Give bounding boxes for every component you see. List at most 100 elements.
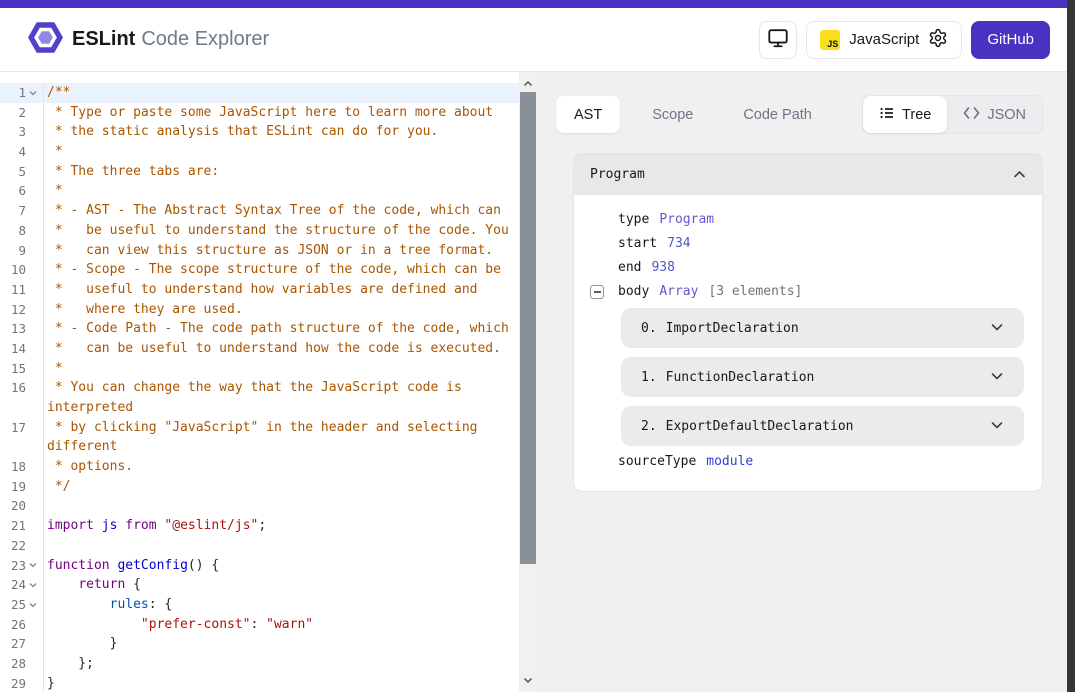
javascript-icon: JS [820,30,840,50]
gutter-divider [40,359,44,379]
code-text: return { [47,575,519,595]
line-number: 11 [0,280,26,300]
code-line[interactable]: 27 } [0,634,519,654]
line-number: 28 [0,654,26,674]
chevron-up-icon [1013,166,1026,184]
tab-ast[interactable]: AST [556,96,620,133]
code-brackets-icon [963,106,980,124]
ast-node-header[interactable]: Program [574,154,1042,195]
line-number [0,437,26,457]
gutter-divider [40,674,44,692]
code-line[interactable]: 5 * The three tabs are: [0,162,519,182]
code-text: interpreted [47,398,519,418]
code-editor[interactable]: 1/**2 * Type or paste some JavaScript he… [0,72,519,692]
tab-code-path[interactable]: Code Path [725,96,830,133]
code-line[interactable]: 12 * where they are used. [0,300,519,320]
fold-toggle-icon[interactable] [26,575,40,595]
fold-toggle-icon[interactable] [26,595,40,615]
code-line[interactable]: 10 * - Scope - The scope structure of th… [0,260,519,280]
code-line[interactable]: 25 rules: { [0,595,519,615]
language-select-button[interactable]: JS JavaScript [806,21,962,59]
code-text: }; [47,654,519,674]
fold-spacer [26,221,40,241]
code-line[interactable]: 23function getConfig() { [0,556,519,576]
collapse-minus-icon[interactable] [590,285,604,299]
ast-prop-row: typeProgram [618,208,1024,232]
prop-value: 734 [667,232,690,256]
line-number: 29 [0,674,26,692]
line-number: 22 [0,536,26,556]
code-line[interactable]: 20 [0,496,519,516]
code-text [47,496,519,516]
gutter-divider [40,654,44,674]
code-line[interactable]: 14 * can be useful to understand how the… [0,339,519,359]
code-text: * can be useful to understand how the co… [47,339,519,359]
code-line[interactable]: 1/** [0,83,519,103]
code-line[interactable]: interpreted [0,398,519,418]
ast-child-node[interactable]: 1.FunctionDeclaration [621,357,1024,397]
gutter-divider [40,280,44,300]
code-line[interactable]: 13 * - Code Path - The code path structu… [0,319,519,339]
code-line[interactable]: different [0,437,519,457]
code-line[interactable]: 21import js from "@eslint/js"; [0,516,519,536]
fold-toggle-icon[interactable] [26,556,40,576]
gutter-divider [40,221,44,241]
code-line[interactable]: 29} [0,674,519,692]
editor-scrollbar[interactable] [519,72,537,692]
gutter-divider [40,260,44,280]
code-line[interactable]: 16 * You can change the way that the Jav… [0,378,519,398]
tree-view-button[interactable]: Tree [863,96,947,133]
brand[interactable]: ESLint Code Explorer [28,22,269,58]
code-line[interactable]: 3 * the static analysis that ESLint can … [0,122,519,142]
brand-color-bar [0,0,1075,8]
prop-label: sourceType [618,450,696,474]
fold-toggle-icon[interactable] [26,83,40,103]
chevron-down-icon [990,419,1004,434]
code-line[interactable]: 17 * by clicking "JavaScript" in the hea… [0,418,519,438]
gutter-divider [40,496,44,516]
code-line[interactable]: 11 * useful to understand how variables … [0,280,519,300]
line-number: 20 [0,496,26,516]
code-line[interactable]: 22 [0,536,519,556]
gutter-divider [40,201,44,221]
scroll-up-icon[interactable] [519,76,537,92]
json-view-button[interactable]: JSON [947,96,1042,133]
window-edge-strip [1067,0,1075,692]
fold-spacer [26,634,40,654]
line-number: 12 [0,300,26,320]
code-line[interactable]: 6 * [0,181,519,201]
gutter-divider [40,575,44,595]
code-line[interactable]: 9 * can view this structure as JSON or i… [0,241,519,261]
ast-child-node[interactable]: 0.ImportDeclaration [621,308,1024,348]
code-line[interactable]: 15 * [0,359,519,379]
code-text: different [47,437,519,457]
code-line[interactable]: 2 * Type or paste some JavaScript here t… [0,103,519,123]
code-line[interactable]: 26 "prefer-const": "warn" [0,615,519,635]
ast-node-card: Program typeProgramstart734end938bodyArr… [573,153,1043,492]
line-number: 3 [0,122,26,142]
child-node-type: ExportDefaultDeclaration [666,419,854,434]
code-line[interactable]: 24 return { [0,575,519,595]
tab-scope[interactable]: Scope [634,96,711,133]
line-number: 1 [0,83,26,103]
code-line[interactable]: 4 * [0,142,519,162]
code-line[interactable]: 28 }; [0,654,519,674]
fold-spacer [26,496,40,516]
brand-subtitle: Code Explorer [141,28,269,51]
code-text: * [47,142,519,162]
theme-toggle-button[interactable] [759,21,797,59]
code-line[interactable]: 7 * - AST - The Abstract Syntax Tree of … [0,201,519,221]
code-line[interactable]: 8 * be useful to understand the structur… [0,221,519,241]
github-button[interactable]: GitHub [971,21,1050,59]
scrollbar-thumb[interactable] [520,92,536,564]
code-text: function getConfig() { [47,556,519,576]
ast-prop-row: bodyArray[3 elements] [618,280,1024,304]
panel-tabs: AST Scope Code Path [556,96,830,133]
fold-spacer [26,674,40,692]
code-line[interactable]: 18 * options. [0,457,519,477]
ast-child-node[interactable]: 2.ExportDefaultDeclaration [621,406,1024,446]
scroll-down-icon[interactable] [519,672,537,688]
code-text: * You can change the way that the JavaSc… [47,378,519,398]
list-tree-icon [879,105,895,125]
code-line[interactable]: 19 */ [0,477,519,497]
